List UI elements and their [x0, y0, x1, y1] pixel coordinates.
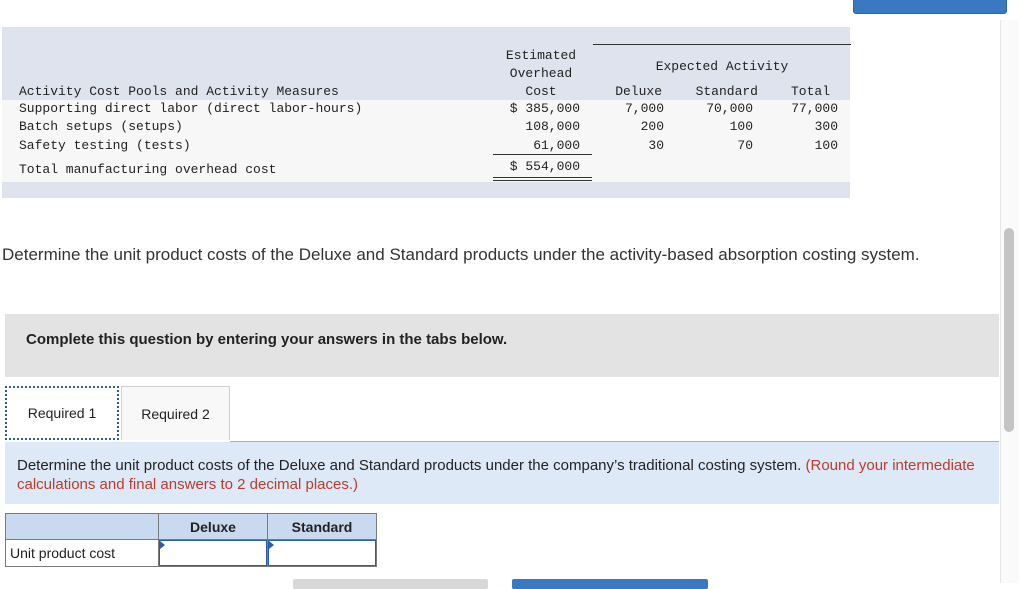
total-batch-setups: 300 [814, 119, 838, 134]
deluxe-safety-testing: 30 [648, 138, 664, 153]
deluxe-cell [158, 539, 268, 567]
row-label-supporting-labor: Supporting direct labor (direct labor-ho… [19, 101, 363, 116]
expected-activity-rule [593, 44, 851, 45]
total-double-rule-2 [493, 180, 592, 181]
cost-safety-testing: 61,000 [533, 138, 580, 153]
requirement-text: Determine the unit product costs of the … [17, 456, 977, 494]
standard-batch-setups: 100 [729, 119, 753, 134]
requirement-main-text: Determine the unit product costs of the … [17, 457, 802, 474]
total-double-rule-1 [493, 177, 592, 178]
question-text: Determine the unit product costs of the … [2, 245, 920, 264]
tab-required-1-label: Required 1 [27, 405, 97, 421]
tab-required-1[interactable]: Required 1 [5, 386, 119, 440]
answer-table: Deluxe Standard Unit product cost [5, 513, 377, 567]
total-safety-testing: 100 [814, 138, 838, 153]
expected-activity-header: Expected Activity [655, 59, 789, 74]
answer-header-standard: Standard [267, 513, 377, 540]
standard-safety-testing: 70 [737, 138, 753, 153]
answer-header-deluxe: Deluxe [158, 513, 268, 540]
row-label-safety-testing: Safety testing (tests) [19, 138, 191, 153]
overhead-header-line2: Overhead [509, 66, 573, 81]
answer-row-label: Unit product cost [5, 539, 159, 567]
activity-pools-header: Activity Cost Pools and Activity Measure… [19, 84, 339, 99]
activity-table-bottom-bar [2, 186, 850, 198]
overhead-header-line3: Cost [525, 84, 557, 99]
top-action-button[interactable] [853, 0, 1007, 14]
overhead-header-line1: Estimated [505, 48, 577, 63]
total-supporting-labor: 77,000 [791, 101, 838, 116]
answer-table-corner [5, 513, 159, 540]
next-button[interactable] [512, 579, 708, 589]
cost-supporting-labor: $ 385,000 [509, 101, 580, 116]
input-marker-icon [269, 541, 274, 549]
previous-button[interactable] [293, 579, 488, 589]
instructions-text: Complete this question by entering your … [26, 331, 508, 348]
tab-required-2[interactable]: Required 2 [121, 386, 230, 440]
deluxe-unit-cost-input[interactable] [159, 540, 267, 566]
standard-header: Standard [695, 84, 758, 99]
deluxe-batch-setups: 200 [640, 119, 664, 134]
cost-total-overhead: $ 554,000 [509, 159, 580, 174]
cost-subtotal-rule [493, 154, 592, 155]
standard-unit-cost-input[interactable] [268, 540, 376, 566]
standard-cell [267, 539, 377, 567]
input-marker-icon [160, 541, 165, 549]
deluxe-supporting-labor: 7,000 [624, 101, 664, 116]
total-header: Total [790, 84, 830, 99]
cost-batch-setups: 108,000 [525, 119, 580, 134]
tab-required-2-label: Required 2 [141, 405, 210, 422]
scrollbar-thumb[interactable] [1004, 228, 1014, 432]
standard-supporting-labor: 70,000 [706, 101, 753, 116]
row-label-total-overhead: Total manufacturing overhead cost [19, 162, 277, 177]
deluxe-header: Deluxe [615, 84, 662, 99]
row-label-batch-setups: Batch setups (setups) [19, 119, 183, 134]
